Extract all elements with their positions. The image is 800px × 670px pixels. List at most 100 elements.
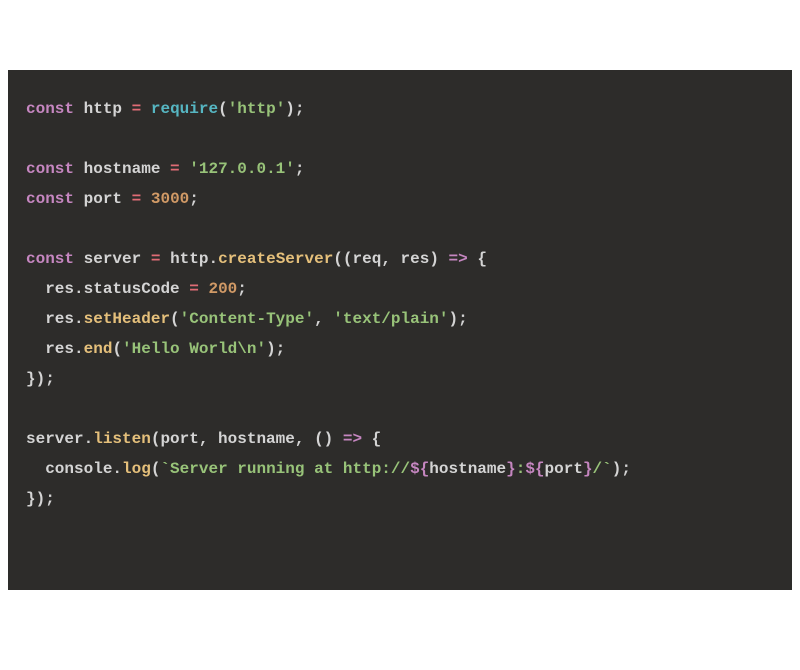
code-token-variable: res (45, 310, 74, 328)
code-token-punct: ( (151, 460, 161, 478)
code-token-space (160, 250, 170, 268)
code-token-keyword: const (26, 100, 74, 118)
code-token-space (74, 250, 84, 268)
code-token-punct: . (208, 250, 218, 268)
code-token-variable: server (26, 430, 84, 448)
code-token-keyword: } (583, 460, 593, 478)
code-token-function2: setHeader (84, 310, 170, 328)
code-token-punct: . (74, 280, 84, 298)
blank-line (26, 214, 774, 244)
code-token-keyword: const (26, 160, 74, 178)
code-token-prop: statusCode (84, 280, 180, 298)
code-token-function2: createServer (218, 250, 333, 268)
code-line: server.listen(port, hostname, () => { (26, 424, 774, 454)
code-token-punct: ( (218, 100, 228, 118)
code-line: }); (26, 364, 774, 394)
code-token-variable: server (84, 250, 142, 268)
code-line: const http = require('http'); (26, 94, 774, 124)
code-token-punct: ; (237, 280, 247, 298)
code-token-space (122, 100, 132, 118)
code-token-punct: { (362, 430, 381, 448)
code-token-variable: port (160, 430, 198, 448)
code-line: const port = 3000; (26, 184, 774, 214)
code-token-variable: hostname (429, 460, 506, 478)
code-token-string: /` (593, 460, 612, 478)
code-line: const hostname = '127.0.0.1'; (26, 154, 774, 184)
code-token-keyword: const (26, 190, 74, 208)
code-token-string: : (516, 460, 526, 478)
code-token-punct: ( (170, 310, 180, 328)
code-token-punct: { (468, 250, 487, 268)
code-token-punct: }); (26, 370, 55, 388)
code-line: }); (26, 484, 774, 514)
code-line: res.setHeader('Content-Type', 'text/plai… (26, 304, 774, 334)
code-token-punct: ; (295, 160, 305, 178)
code-token-variable: res (45, 280, 74, 298)
code-token-variable: http (170, 250, 208, 268)
code-line: res.end('Hello World\n'); (26, 334, 774, 364)
code-token-space (122, 190, 132, 208)
code-token-punct: . (84, 430, 94, 448)
code-token-keyword: } (506, 460, 516, 478)
code-token-operator: = (132, 190, 142, 208)
code-token-space (141, 190, 151, 208)
code-token-keyword: => (343, 430, 362, 448)
code-token-string: `Server running at http:// (160, 460, 410, 478)
code-token-function: require (151, 100, 218, 118)
code-token-punct: ( (112, 340, 122, 358)
code-token-function2: end (84, 340, 113, 358)
code-token-punct: . (74, 340, 84, 358)
blank-line (26, 394, 774, 424)
code-token-punct: ); (449, 310, 468, 328)
code-line: res.statusCode = 200; (26, 274, 774, 304)
code-token-space (141, 100, 151, 118)
code-token-punct: , () (295, 430, 343, 448)
blank-line (26, 124, 774, 154)
code-token-number: 3000 (151, 190, 189, 208)
code-line: const server = http.createServer((req, r… (26, 244, 774, 274)
code-token-variable: hostname (84, 160, 161, 178)
code-token-punct: ); (285, 100, 304, 118)
code-token-space (180, 160, 190, 178)
code-token-space (160, 160, 170, 178)
code-line: console.log(`Server running at http://${… (26, 454, 774, 484)
code-token-punct: ); (612, 460, 631, 478)
code-token-param: res (401, 250, 430, 268)
code-token-punct: ; (189, 190, 199, 208)
code-token-punct: ); (266, 340, 285, 358)
code-token-space (141, 250, 151, 268)
code-token-number: 200 (208, 280, 237, 298)
code-token-punct: }); (26, 490, 55, 508)
code-token-string: 'Content-Type' (180, 310, 314, 328)
code-token-space (74, 100, 84, 118)
code-token-punct: (( (333, 250, 352, 268)
code-token-variable: hostname (218, 430, 295, 448)
code-token-operator: = (170, 160, 180, 178)
code-token-punct: , (314, 310, 333, 328)
code-block: const http = require('http');const hostn… (26, 94, 774, 514)
code-token-function2: listen (93, 430, 151, 448)
code-token-keyword: ${ (525, 460, 544, 478)
code-token-space (180, 280, 190, 298)
code-token-punct: . (112, 460, 122, 478)
code-token-punct: ) (429, 250, 448, 268)
code-token-string: 'Hello World\n' (122, 340, 266, 358)
code-token-string: 'text/plain' (333, 310, 448, 328)
code-token-operator: = (132, 100, 142, 118)
code-token-punct: . (74, 310, 84, 328)
code-token-keyword: ${ (410, 460, 429, 478)
code-token-variable: http (84, 100, 122, 118)
code-token-space (74, 190, 84, 208)
code-token-keyword: => (449, 250, 468, 268)
code-token-string: '127.0.0.1' (189, 160, 295, 178)
code-token-variable: console (45, 460, 112, 478)
code-token-variable: port (545, 460, 583, 478)
code-token-space (74, 160, 84, 178)
code-editor: const http = require('http');const hostn… (8, 70, 792, 590)
code-token-operator: = (189, 280, 199, 298)
code-token-punct: ( (151, 430, 161, 448)
code-token-keyword: const (26, 250, 74, 268)
code-token-punct: , (199, 430, 218, 448)
code-token-operator: = (151, 250, 161, 268)
code-token-param: req (353, 250, 382, 268)
